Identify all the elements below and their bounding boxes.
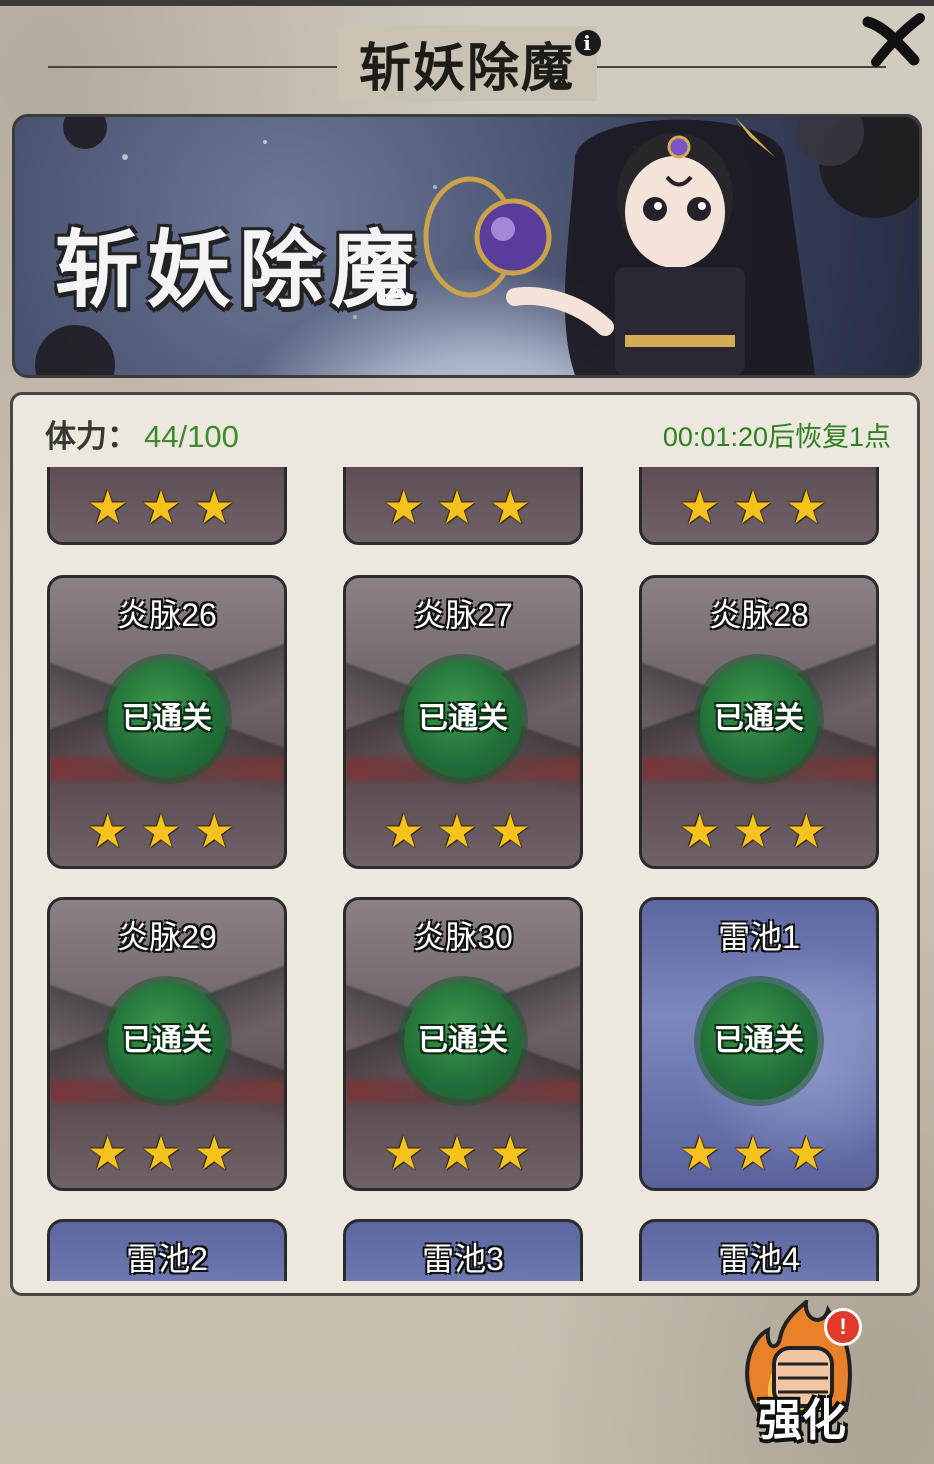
- stage-card[interactable]: ★★★: [47, 467, 287, 545]
- stage-card[interactable]: 炎脉28 已通关 ★★★: [639, 575, 879, 869]
- star-rating: ★★★: [383, 1127, 543, 1179]
- stamina-recover-timer: 00:01:20后恢复1点: [662, 422, 891, 452]
- top-edge: [0, 0, 934, 6]
- stage-card[interactable]: 雷池4: [639, 1219, 879, 1281]
- stage-name: 雷池2: [126, 1241, 208, 1277]
- info-icon[interactable]: i: [575, 30, 601, 56]
- stage-name: 雷池1: [718, 919, 800, 955]
- stage-name: 炎脉29: [117, 919, 217, 955]
- stage-card[interactable]: 雷池3: [343, 1219, 583, 1281]
- stage-name: 雷池3: [422, 1241, 504, 1277]
- stage-name: 炎脉30: [413, 919, 513, 955]
- stage-card[interactable]: 炎脉26 已通关 ★★★: [47, 575, 287, 869]
- stage-name: 炎脉28: [709, 597, 809, 633]
- star-rating: ★★★: [383, 805, 543, 857]
- stage-panel: 体力： 44/100 00:01:20后恢复1点 ★★★ ★★★ ★★★ 炎脉26…: [10, 392, 920, 1296]
- cleared-badge: 已通关: [108, 982, 226, 1100]
- close-button[interactable]: [862, 12, 926, 68]
- stage-card[interactable]: ★★★: [343, 467, 583, 545]
- stage-card[interactable]: ★★★: [639, 467, 879, 545]
- boost-label: 强化: [758, 1395, 846, 1446]
- banner-title: 斩妖除魔: [55, 220, 424, 319]
- stage-name: 雷池4: [718, 1241, 800, 1277]
- stage-card[interactable]: 炎脉29 已通关 ★★★: [47, 897, 287, 1191]
- stage-card[interactable]: 雷池2: [47, 1219, 287, 1281]
- cleared-badge: 已通关: [108, 660, 226, 778]
- star-rating: ★★★: [87, 481, 247, 533]
- star-rating: ★★★: [87, 805, 247, 857]
- stage-card[interactable]: 炎脉30 已通关 ★★★: [343, 897, 583, 1191]
- boost-button[interactable]: ! 强化: [728, 1300, 876, 1452]
- close-x-icon: [862, 13, 925, 67]
- stamina-display: 体力： 44/100: [45, 411, 239, 456]
- stage-name: 炎脉26: [117, 597, 217, 633]
- stage-card[interactable]: 炎脉27 已通关 ★★★: [343, 575, 583, 869]
- star-rating: ★★★: [679, 481, 839, 533]
- header: 斩妖除魔 i: [0, 26, 934, 101]
- boost-alert-badge: !: [824, 1308, 862, 1346]
- star-rating: ★★★: [383, 481, 543, 533]
- page-title: 斩妖除魔: [358, 40, 575, 98]
- stamina-label: 体力：: [45, 419, 138, 454]
- star-rating: ★★★: [679, 805, 839, 857]
- cleared-badge: 已通关: [700, 660, 818, 778]
- star-rating: ★★★: [87, 1127, 247, 1179]
- cleared-badge: 已通关: [404, 982, 522, 1100]
- cleared-badge: 已通关: [404, 660, 522, 778]
- cleared-badge: 已通关: [700, 982, 818, 1100]
- stage-grid[interactable]: ★★★ ★★★ ★★★ 炎脉26 已通关 ★★★ 炎脉27 已通关 ★★★ 炎脉…: [13, 467, 917, 1281]
- stage-name: 炎脉27: [413, 597, 513, 633]
- stage-card[interactable]: 雷池1 已通关 ★★★: [639, 897, 879, 1191]
- event-banner: 斩妖除魔: [12, 114, 922, 378]
- stamina-value: 44/100: [144, 419, 239, 454]
- star-rating: ★★★: [679, 1127, 839, 1179]
